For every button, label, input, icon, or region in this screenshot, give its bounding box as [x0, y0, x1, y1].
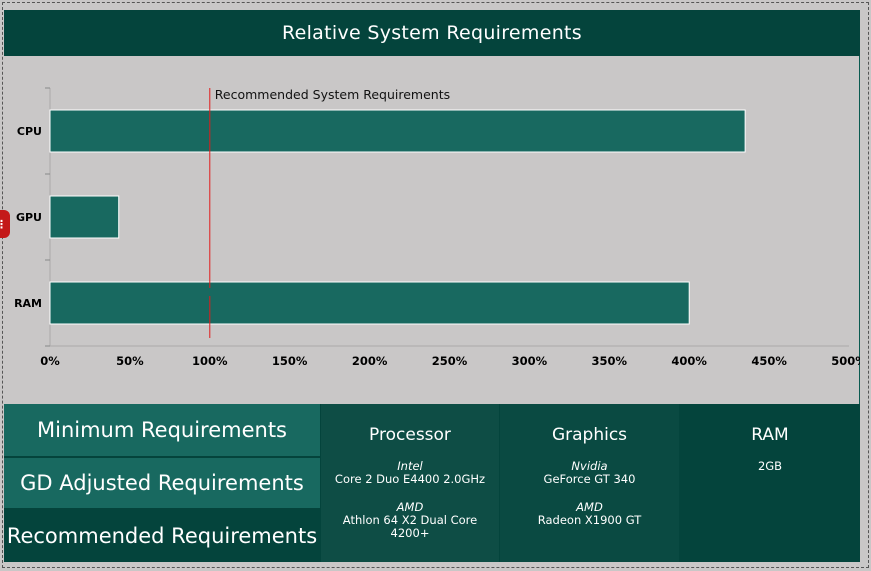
- gd-adjusted-requirements-label: GD Adjusted Requirements: [20, 470, 304, 495]
- x-tick-label: 200%: [352, 354, 388, 368]
- x-tick-label: 250%: [432, 354, 468, 368]
- processor-heading: Processor: [369, 425, 451, 445]
- ram-heading: RAM: [751, 425, 789, 445]
- side-tab-handle[interactable]: ⋮: [0, 210, 10, 238]
- recommended-requirements-button[interactable]: Recommended Requirements: [4, 510, 320, 562]
- x-tick-label: 150%: [272, 354, 308, 368]
- recommended-requirements-label: Recommended Requirements: [6, 523, 318, 548]
- graphics-model: GeForce GT 340: [543, 472, 636, 486]
- x-tick-label: 400%: [671, 354, 707, 368]
- processor-model: Athlon 64 X2 Dual Core 4200+: [342, 513, 478, 540]
- processor-column: Processor Intel Core 2 Duo E4400 2.0GHz …: [321, 404, 499, 562]
- processor-vendor: AMD: [396, 500, 424, 514]
- processor-vendor: Intel: [397, 459, 423, 473]
- graphics-heading: Graphics: [551, 425, 628, 445]
- x-tick-label: 0%: [40, 354, 60, 368]
- x-tick-label: 100%: [192, 354, 228, 368]
- x-tick-label: 300%: [512, 354, 548, 368]
- processor-model: Core 2 Duo E4400 2.0GHz: [334, 472, 486, 486]
- ram-column: RAM 2GB: [680, 404, 860, 562]
- ram-value: 2GB: [757, 459, 783, 473]
- category-label: RAM: [14, 297, 42, 310]
- reference-line-label: Recommended System Requirements: [215, 87, 450, 102]
- x-tick-label: 500%: [831, 354, 860, 368]
- chart-title-text: Relative System Requirements: [281, 22, 583, 44]
- minimum-requirements-button[interactable]: Minimum Requirements: [4, 404, 320, 456]
- requirements-panel: Minimum Requirements GD Adjusted Require…: [4, 404, 860, 562]
- x-tick-label: 450%: [751, 354, 787, 368]
- graphics-vendor: Nvidia: [571, 459, 608, 473]
- category-label: CPU: [17, 125, 42, 138]
- chart-area: CPU GPU RAM 0% 50% 100% 150% 200% 250% 300% 350% 40…: [4, 56, 860, 404]
- x-tick-label: 350%: [592, 354, 628, 368]
- minimum-requirements-label: Minimum Requirements: [37, 417, 287, 442]
- chart-title: Relative System Requirements: [4, 10, 860, 56]
- bar-chart: CPU GPU RAM 0% 50% 100% 150% 200% 250% 300% 350% 40…: [14, 87, 860, 368]
- gd-adjusted-requirements-button[interactable]: GD Adjusted Requirements: [4, 458, 320, 508]
- bar-cpu: [49, 109, 746, 153]
- bar-ram: [49, 281, 690, 325]
- graphics-model: Radeon X1900 GT: [537, 513, 642, 527]
- graphics-column: Graphics Nvidia GeForce GT 340 AMD Radeo…: [500, 404, 679, 562]
- graphics-vendor: AMD: [576, 500, 603, 514]
- category-label: GPU: [16, 211, 42, 224]
- bar-gpu: [49, 195, 120, 239]
- x-tick-label: 50%: [116, 354, 144, 368]
